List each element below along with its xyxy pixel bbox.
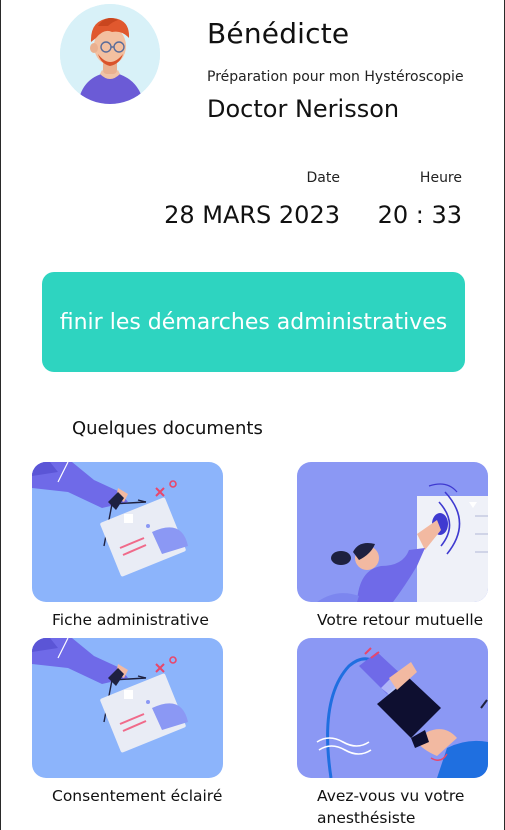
appointment-date: 28 MARS 2023 (164, 201, 340, 229)
woman-tapping-screen-illustration-icon (297, 462, 488, 602)
patient-name: Bénédicte (207, 17, 350, 50)
user-avatar-icon (60, 4, 160, 104)
documents-section-title: Quelques documents (72, 418, 263, 439)
time-label: Heure (419, 170, 462, 186)
document-label: Votre retour mutuelle (317, 611, 484, 629)
procedure-subtitle: Préparation pour mon Hystéroscopie (207, 69, 464, 85)
finish-admin-button[interactable]: finir les démarches administratives (42, 272, 465, 372)
doctor-name: Doctor Nerisson (207, 95, 400, 123)
document-card-consentement[interactable]: Consentement éclairé (32, 638, 223, 807)
document-label: Consentement éclairé (52, 787, 223, 805)
form-document-illustration-icon (32, 462, 223, 602)
document-label: Fiche administrative (52, 611, 209, 629)
document-card-retour-mutuelle[interactable]: Votre retour mutuelle (297, 462, 488, 631)
appointment-time: 20 : 33 (377, 201, 462, 229)
form-document-illustration-icon (32, 638, 223, 778)
document-card-anesthesiste[interactable]: Avez-vous vu votre anesthésiste (297, 638, 488, 829)
date-label: Date (306, 170, 340, 186)
document-card-fiche-administrative[interactable]: Fiche administrative (32, 462, 223, 631)
oxygen-mask-illustration-icon (297, 638, 488, 778)
avatar[interactable] (60, 4, 160, 104)
document-label: Avez-vous vu votre anesthésiste (317, 787, 465, 827)
